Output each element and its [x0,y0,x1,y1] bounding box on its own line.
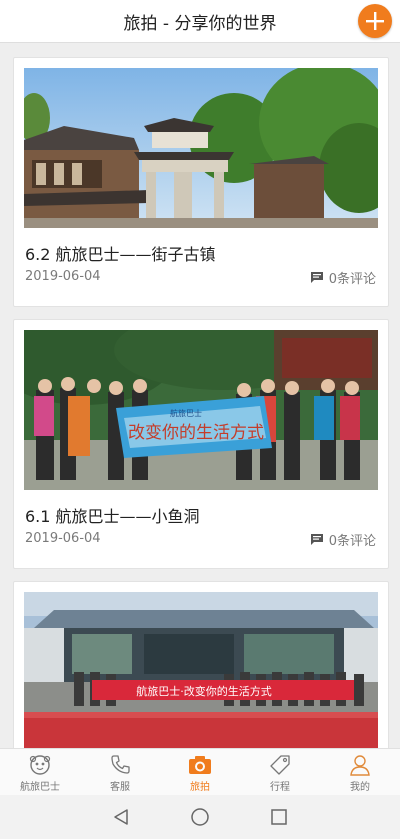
back-icon[interactable] [112,808,130,826]
post-date: 2019-06-04 [25,269,101,284]
system-nav-bar [0,795,400,839]
comment-count-label: 0条评论 [328,534,376,549]
tab-label: 旅拍 [190,782,210,793]
app-header: 旅拍 - 分享你的世界 [0,0,400,43]
post-photo[interactable]: 改变你的生活方式 航旅巴士 [24,330,378,490]
comment-count[interactable]: 0条评论 [310,530,376,549]
post-card[interactable]: 6.2 航旅巴士——街子古镇 2019-06-04 0条评论 [13,57,389,307]
comment-icon [310,272,323,283]
post-date: 2019-06-04 [25,531,101,546]
tab-home[interactable]: 航旅巴士 [0,749,80,796]
banner-brand: 航旅巴士 [170,408,202,418]
tag-icon [270,755,290,775]
phone-icon [111,755,130,774]
tab-mine[interactable]: 我的 [320,749,400,796]
tab-travel-photos[interactable]: 旅拍 [160,749,240,796]
tab-label: 我的 [350,782,370,793]
page-title: 旅拍 - 分享你的世界 [123,13,277,34]
post-photo[interactable]: 航旅巴士·改变你的生活方式 [24,592,378,748]
post-title[interactable]: 6.1 航旅巴士——小鱼洞 [25,503,200,527]
tab-itinerary[interactable]: 行程 [240,749,320,796]
recents-icon[interactable] [270,808,288,826]
plus-icon [366,12,384,30]
camera-icon [189,756,211,774]
comment-icon [310,534,323,545]
mascot-icon [29,755,51,775]
bottom-tab-bar: 航旅巴士 客服 旅拍 行程 我的 [0,748,400,796]
post-title[interactable]: 6.2 航旅巴士——街子古镇 [25,241,216,265]
post-card[interactable]: 航旅巴士·改变你的生活方式 [13,581,389,748]
tab-service[interactable]: 客服 [80,749,160,796]
add-post-button[interactable] [358,4,392,38]
home-icon[interactable] [190,807,210,827]
tab-label: 客服 [110,782,130,793]
banner-slogan: 改变你的生活方式 [128,423,264,443]
tab-label: 航旅巴士 [20,782,60,793]
tab-label: 行程 [270,782,290,793]
person-icon [350,755,370,776]
comment-count[interactable]: 0条评论 [310,268,376,287]
post-photo[interactable] [24,68,378,228]
banner-slogan: 航旅巴士·改变你的生活方式 [136,684,272,698]
post-feed[interactable]: 6.2 航旅巴士——街子古镇 2019-06-04 0条评论 改变你的生活方式 … [0,43,400,748]
post-card[interactable]: 改变你的生活方式 航旅巴士 6.1 航旅巴士——小鱼洞 2019-06-04 0… [13,319,389,569]
comment-count-label: 0条评论 [328,272,376,287]
